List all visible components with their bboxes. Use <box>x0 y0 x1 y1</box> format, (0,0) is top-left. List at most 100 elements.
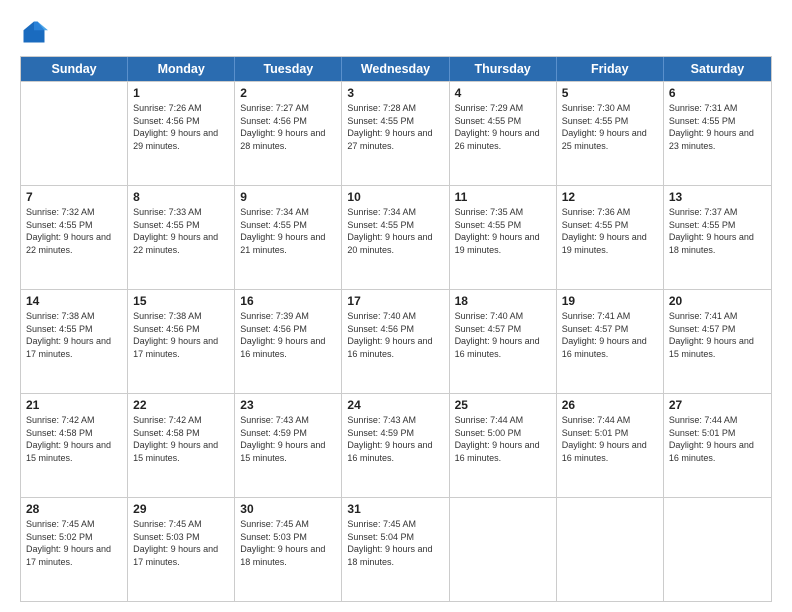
header <box>20 18 772 46</box>
day-number: 30 <box>240 501 336 517</box>
day-info: Sunrise: 7:42 AMSunset: 4:58 PMDaylight:… <box>133 414 229 464</box>
calendar-row: 28Sunrise: 7:45 AMSunset: 5:02 PMDayligh… <box>21 497 771 601</box>
day-number: 26 <box>562 397 658 413</box>
calendar-row: 14Sunrise: 7:38 AMSunset: 4:55 PMDayligh… <box>21 289 771 393</box>
day-number: 21 <box>26 397 122 413</box>
day-number: 10 <box>347 189 443 205</box>
day-info: Sunrise: 7:43 AMSunset: 4:59 PMDaylight:… <box>347 414 443 464</box>
day-info: Sunrise: 7:27 AMSunset: 4:56 PMDaylight:… <box>240 102 336 152</box>
day-info: Sunrise: 7:39 AMSunset: 4:56 PMDaylight:… <box>240 310 336 360</box>
day-info: Sunrise: 7:41 AMSunset: 4:57 PMDaylight:… <box>669 310 766 360</box>
calendar-cell: 30Sunrise: 7:45 AMSunset: 5:03 PMDayligh… <box>235 498 342 601</box>
calendar-cell: 27Sunrise: 7:44 AMSunset: 5:01 PMDayligh… <box>664 394 771 497</box>
day-info: Sunrise: 7:33 AMSunset: 4:55 PMDaylight:… <box>133 206 229 256</box>
day-info: Sunrise: 7:38 AMSunset: 4:56 PMDaylight:… <box>133 310 229 360</box>
day-info: Sunrise: 7:43 AMSunset: 4:59 PMDaylight:… <box>240 414 336 464</box>
calendar-body: 1Sunrise: 7:26 AMSunset: 4:56 PMDaylight… <box>21 81 771 601</box>
weekday-header: Wednesday <box>342 57 449 81</box>
calendar-cell: 5Sunrise: 7:30 AMSunset: 4:55 PMDaylight… <box>557 82 664 185</box>
day-number: 31 <box>347 501 443 517</box>
day-number: 3 <box>347 85 443 101</box>
day-number: 24 <box>347 397 443 413</box>
weekday-header: Thursday <box>450 57 557 81</box>
day-info: Sunrise: 7:44 AMSunset: 5:01 PMDaylight:… <box>669 414 766 464</box>
calendar-cell: 17Sunrise: 7:40 AMSunset: 4:56 PMDayligh… <box>342 290 449 393</box>
day-number: 23 <box>240 397 336 413</box>
day-number: 15 <box>133 293 229 309</box>
calendar-cell: 15Sunrise: 7:38 AMSunset: 4:56 PMDayligh… <box>128 290 235 393</box>
calendar-cell: 26Sunrise: 7:44 AMSunset: 5:01 PMDayligh… <box>557 394 664 497</box>
calendar-cell: 1Sunrise: 7:26 AMSunset: 4:56 PMDaylight… <box>128 82 235 185</box>
calendar-cell: 31Sunrise: 7:45 AMSunset: 5:04 PMDayligh… <box>342 498 449 601</box>
day-info: Sunrise: 7:36 AMSunset: 4:55 PMDaylight:… <box>562 206 658 256</box>
calendar-row: 21 Sunrise: 7:42 AMSunset: 4:58 PMDayligh… <box>21 393 771 497</box>
day-number: 14 <box>26 293 122 309</box>
weekday-header: Monday <box>128 57 235 81</box>
calendar-cell-empty <box>21 82 128 185</box>
day-info: Sunrise: 7:40 AMSunset: 4:57 PMDaylight:… <box>455 310 551 360</box>
calendar: SundayMondayTuesdayWednesdayThursdayFrid… <box>20 56 772 602</box>
calendar-row: 7Sunrise: 7:32 AMSunset: 4:55 PMDaylight… <box>21 185 771 289</box>
calendar-cell: 21Sunrise: 7:42 AMSunset: 4:58 PMDayligh… <box>21 394 128 497</box>
day-number: 5 <box>562 85 658 101</box>
day-number: 12 <box>562 189 658 205</box>
day-number: 17 <box>347 293 443 309</box>
calendar-cell-empty <box>664 498 771 601</box>
calendar-cell: 23Sunrise: 7:43 AMSunset: 4:59 PMDayligh… <box>235 394 342 497</box>
logo-icon <box>20 18 48 46</box>
day-info: Sunrise: 7:45 AMSunset: 5:03 PMDaylight:… <box>240 518 336 568</box>
day-number: 9 <box>240 189 336 205</box>
day-number: 20 <box>669 293 766 309</box>
day-number: 13 <box>669 189 766 205</box>
day-info: Sunrise: 7:26 AMSunset: 4:56 PMDaylight:… <box>133 102 229 152</box>
calendar-cell: 25Sunrise: 7:44 AMSunset: 5:00 PMDayligh… <box>450 394 557 497</box>
calendar-cell: 20Sunrise: 7:41 AMSunset: 4:57 PMDayligh… <box>664 290 771 393</box>
day-info: Sunrise: 7:32 AMSunset: 4:55 PMDaylight:… <box>26 206 122 256</box>
day-number: 8 <box>133 189 229 205</box>
day-number: 29 <box>133 501 229 517</box>
day-info: Sunrise: 7:30 AMSunset: 4:55 PMDaylight:… <box>562 102 658 152</box>
day-info: Sunrise: 7:38 AMSunset: 4:55 PMDaylight:… <box>26 310 122 360</box>
calendar-cell: 16Sunrise: 7:39 AMSunset: 4:56 PMDayligh… <box>235 290 342 393</box>
day-info: Sunrise: 7:41 AMSunset: 4:57 PMDaylight:… <box>562 310 658 360</box>
calendar-row: 1Sunrise: 7:26 AMSunset: 4:56 PMDaylight… <box>21 81 771 185</box>
calendar-cell: 10Sunrise: 7:34 AMSunset: 4:55 PMDayligh… <box>342 186 449 289</box>
page: SundayMondayTuesdayWednesdayThursdayFrid… <box>0 0 792 612</box>
calendar-cell: 11Sunrise: 7:35 AMSunset: 4:55 PMDayligh… <box>450 186 557 289</box>
calendar-cell: 7Sunrise: 7:32 AMSunset: 4:55 PMDaylight… <box>21 186 128 289</box>
weekday-header: Friday <box>557 57 664 81</box>
day-number: 16 <box>240 293 336 309</box>
day-number: 22 <box>133 397 229 413</box>
day-number: 2 <box>240 85 336 101</box>
day-info: Sunrise: 7:34 AMSunset: 4:55 PMDaylight:… <box>240 206 336 256</box>
day-info: Sunrise: 7:40 AMSunset: 4:56 PMDaylight:… <box>347 310 443 360</box>
calendar-cell: 29Sunrise: 7:45 AMSunset: 5:03 PMDayligh… <box>128 498 235 601</box>
calendar-cell: 8Sunrise: 7:33 AMSunset: 4:55 PMDaylight… <box>128 186 235 289</box>
logo <box>20 18 52 46</box>
day-info: Sunrise: 7:34 AMSunset: 4:55 PMDaylight:… <box>347 206 443 256</box>
day-info: Sunrise: 7:37 AMSunset: 4:55 PMDaylight:… <box>669 206 766 256</box>
calendar-cell: 24Sunrise: 7:43 AMSunset: 4:59 PMDayligh… <box>342 394 449 497</box>
day-number: 7 <box>26 189 122 205</box>
day-info: Sunrise: 7:29 AMSunset: 4:55 PMDaylight:… <box>455 102 551 152</box>
day-info: Sunrise: 7:45 AMSunset: 5:02 PMDaylight:… <box>26 518 122 568</box>
calendar-cell: 9Sunrise: 7:34 AMSunset: 4:55 PMDaylight… <box>235 186 342 289</box>
day-number: 11 <box>455 189 551 205</box>
calendar-cell: 12Sunrise: 7:36 AMSunset: 4:55 PMDayligh… <box>557 186 664 289</box>
day-number: 28 <box>26 501 122 517</box>
calendar-cell: 2Sunrise: 7:27 AMSunset: 4:56 PMDaylight… <box>235 82 342 185</box>
day-info: Sunrise: 7:44 AMSunset: 5:01 PMDaylight:… <box>562 414 658 464</box>
calendar-cell: 3Sunrise: 7:28 AMSunset: 4:55 PMDaylight… <box>342 82 449 185</box>
weekday-header: Saturday <box>664 57 771 81</box>
calendar-cell: 18Sunrise: 7:40 AMSunset: 4:57 PMDayligh… <box>450 290 557 393</box>
day-number: 25 <box>455 397 551 413</box>
day-number: 6 <box>669 85 766 101</box>
calendar-cell: 14Sunrise: 7:38 AMSunset: 4:55 PMDayligh… <box>21 290 128 393</box>
day-info: Sunrise: 7:45 AMSunset: 5:03 PMDaylight:… <box>133 518 229 568</box>
day-info: Sunrise: 7:31 AMSunset: 4:55 PMDaylight:… <box>669 102 766 152</box>
day-info: Sunrise: 7:35 AMSunset: 4:55 PMDaylight:… <box>455 206 551 256</box>
day-number: 27 <box>669 397 766 413</box>
day-number: 19 <box>562 293 658 309</box>
calendar-header: SundayMondayTuesdayWednesdayThursdayFrid… <box>21 57 771 81</box>
day-info: Sunrise: 7:45 AMSunset: 5:04 PMDaylight:… <box>347 518 443 568</box>
